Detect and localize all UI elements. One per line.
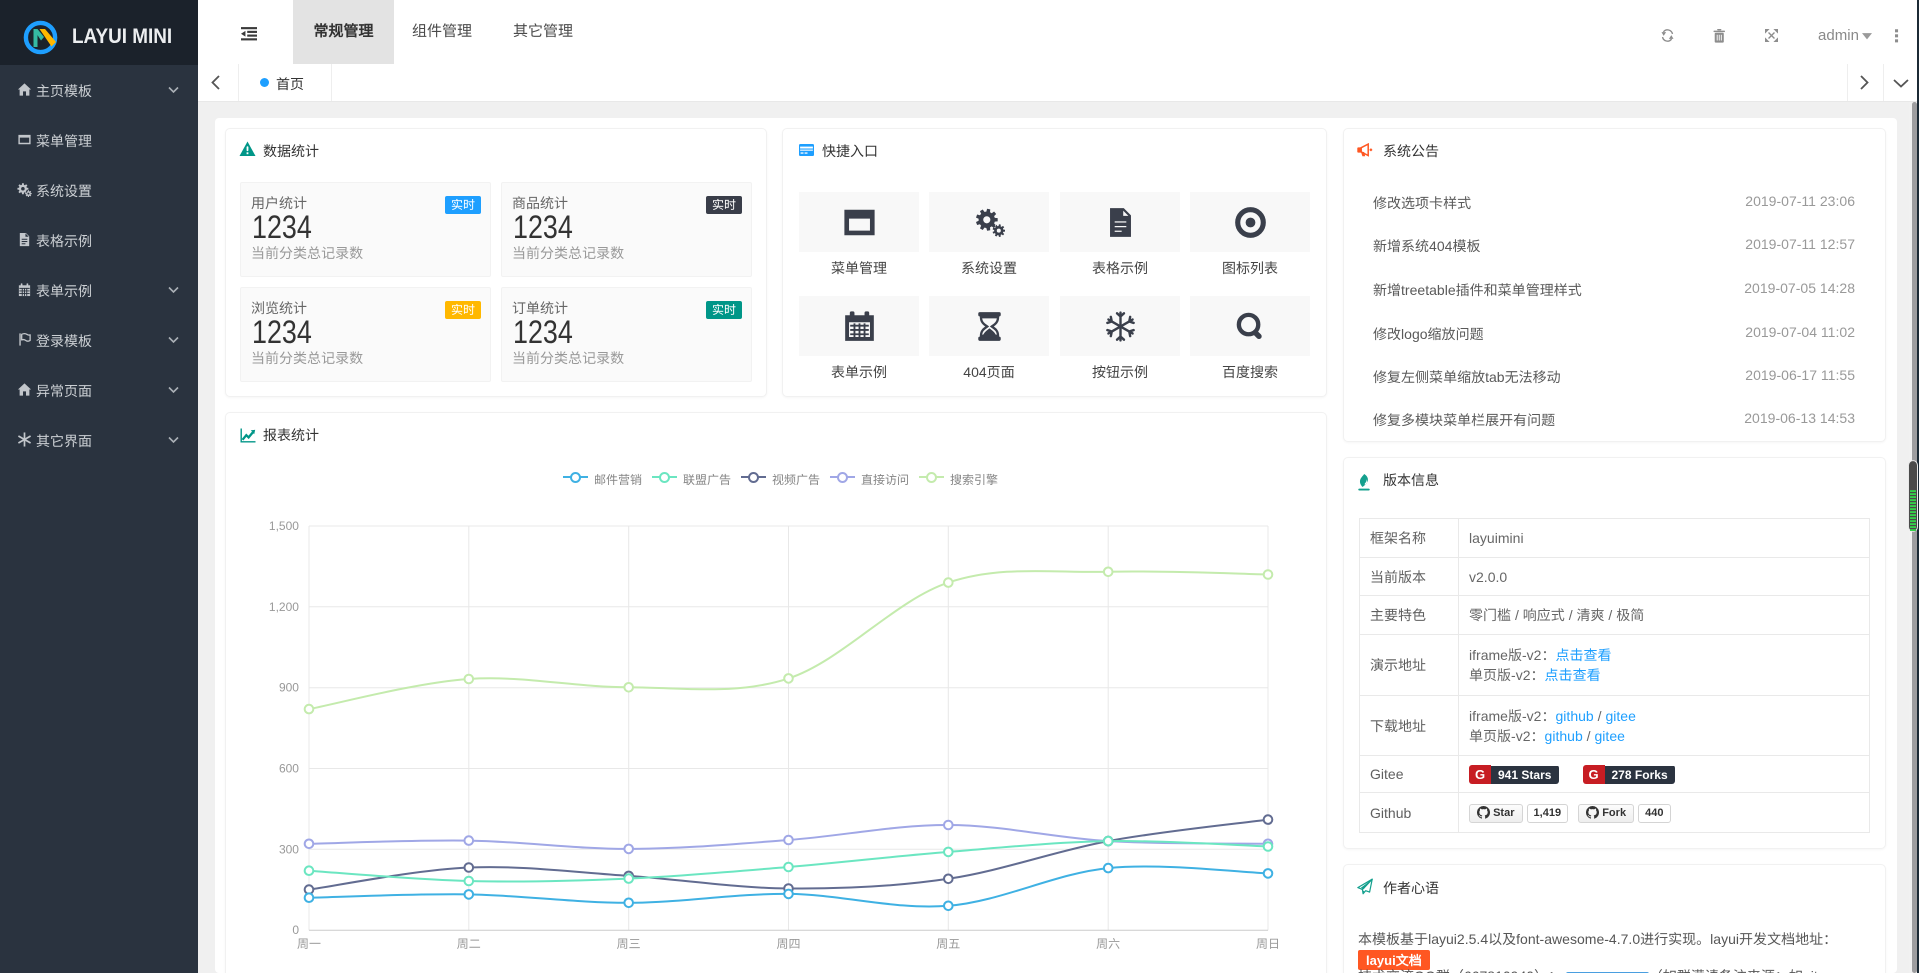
svg-text:600: 600: [279, 762, 299, 776]
svg-text:周六: 周六: [1096, 937, 1120, 951]
svg-text:周日: 周日: [1256, 937, 1280, 951]
svg-text:1,500: 1,500: [269, 519, 299, 533]
svg-text:周五: 周五: [936, 937, 960, 951]
svg-text:1,200: 1,200: [269, 600, 299, 614]
svg-text:300: 300: [279, 842, 299, 856]
svg-text:周一: 周一: [297, 937, 321, 951]
svg-text:0: 0: [292, 923, 299, 937]
svg-text:900: 900: [279, 681, 299, 695]
svg-text:周二: 周二: [457, 937, 481, 951]
svg-text:周四: 周四: [776, 937, 800, 951]
svg-text:周三: 周三: [617, 937, 641, 951]
